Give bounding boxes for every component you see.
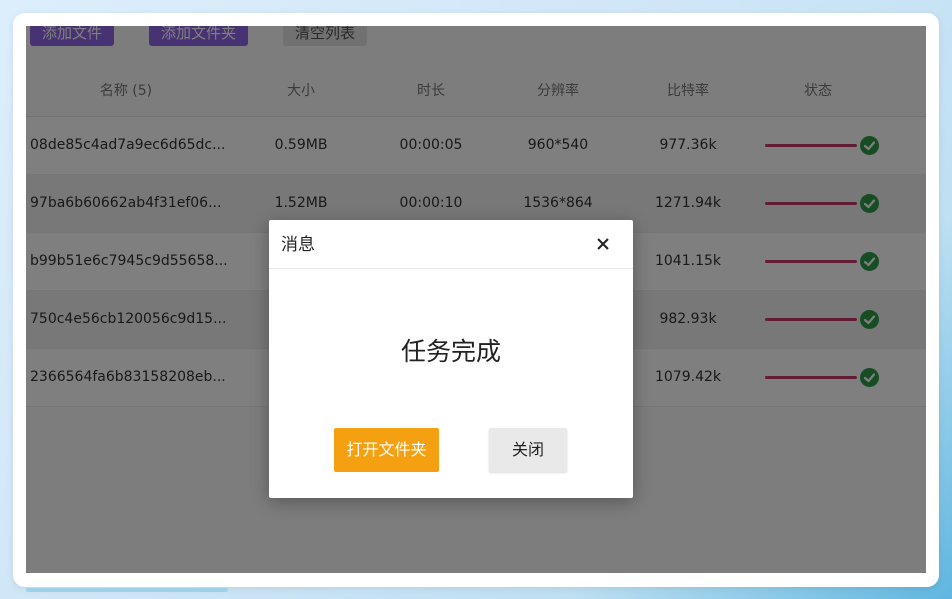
dialog-title: 消息	[281, 235, 315, 255]
dialog-message: 任务完成	[400, 337, 501, 366]
open-folder-button[interactable]: 打开文件夹	[334, 428, 439, 472]
close-button[interactable]: 关闭	[489, 428, 567, 472]
bottom-accent-bar	[26, 588, 228, 592]
close-icon[interactable]	[591, 232, 615, 256]
converter-app: 添加文件 添加文件夹 清空列表 名称 (5) 大小 时长 分辨率 比特率 状态 …	[26, 26, 926, 573]
message-dialog: 消息 任务完成 打开文件夹 关闭	[269, 220, 633, 498]
dialog-header: 消息	[269, 220, 633, 269]
